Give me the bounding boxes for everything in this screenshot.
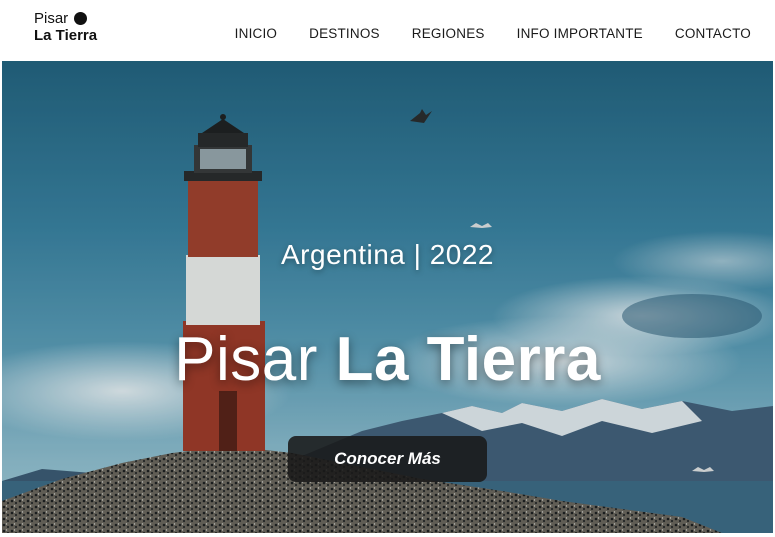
page-bottom-edge xyxy=(0,533,775,537)
hero-title-light: Pisar xyxy=(174,325,336,394)
nav-item-contacto[interactable]: CONTACTO xyxy=(675,26,751,41)
logo-top-line: Pisar xyxy=(34,10,97,27)
hero-title-bold: La Tierra xyxy=(335,325,601,394)
nav-item-destinos[interactable]: DESTINOS xyxy=(309,26,380,41)
nav-item-inicio[interactable]: INICIO xyxy=(235,26,277,41)
logo-dot-icon xyxy=(74,12,88,26)
site-logo[interactable]: Pisar La Tierra xyxy=(34,10,97,45)
hero-title: Pisar La Tierra xyxy=(2,329,773,391)
nav-item-regiones[interactable]: REGIONES xyxy=(412,26,485,41)
logo-word-la-tierra: La Tierra xyxy=(34,27,98,45)
site-header: Pisar La Tierra INICIO DESTINOS REGIONES… xyxy=(0,0,775,61)
nav-item-info-importante[interactable]: INFO IMPORTANTE xyxy=(517,26,643,41)
conocer-mas-button[interactable]: Conocer Más xyxy=(288,436,487,482)
hero-subtitle: Argentina | 2022 xyxy=(281,239,494,270)
main-navigation: INICIO DESTINOS REGIONES INFO IMPORTANTE… xyxy=(235,26,751,41)
hero-section: Argentina | 2022 Pisar La Tierra Conocer… xyxy=(2,61,773,533)
logo-word-pisar: Pisar xyxy=(34,10,69,27)
